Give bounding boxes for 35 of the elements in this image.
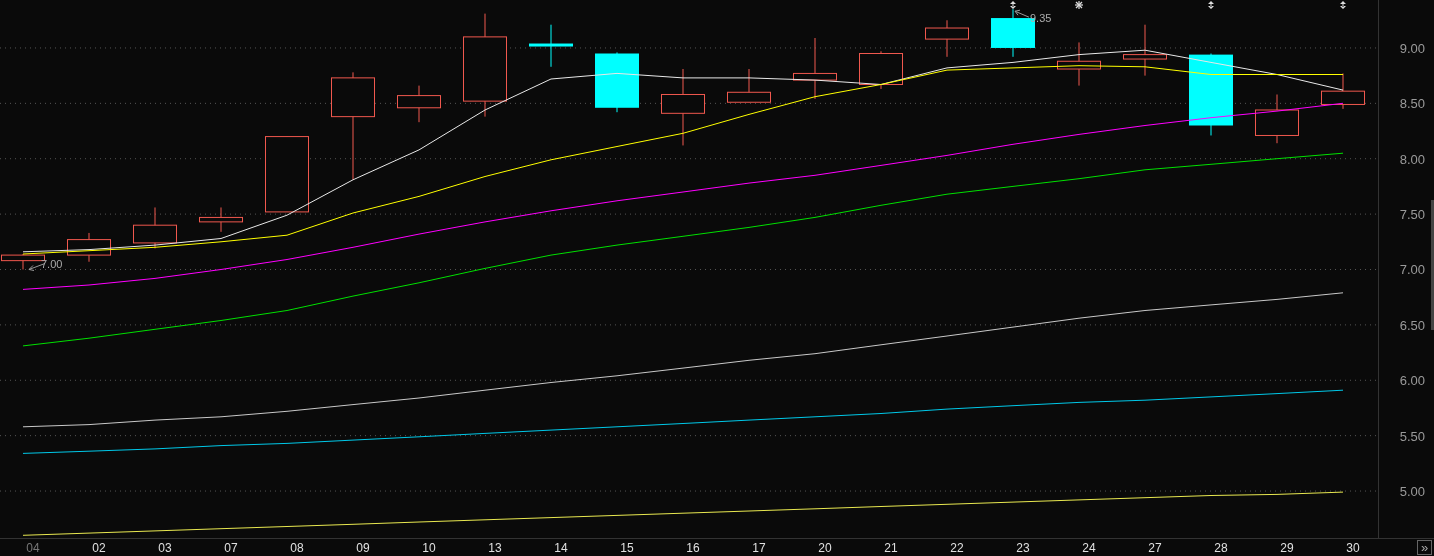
axis-tick-label: 15	[620, 541, 634, 555]
axis-tick-label: 8.00	[1399, 151, 1425, 167]
axis-tick-label: 9.00	[1399, 40, 1425, 56]
leader-line	[1014, 9, 1030, 18]
axis-tick-label: 7.00	[1399, 262, 1425, 278]
axis-tick-label: 23	[1016, 541, 1030, 555]
axis-tick-label: 10	[422, 541, 436, 555]
price-label: 9.35	[1030, 12, 1052, 25]
axis-tick-label: 17	[752, 541, 766, 555]
axis-tick-label: 13	[488, 541, 502, 555]
axis-tick-label: 27	[1148, 541, 1162, 555]
axis-tick-label: 22	[950, 541, 964, 555]
axis-tick-label: 20	[818, 541, 832, 555]
axis-tick-label: 09	[356, 541, 370, 555]
axis-tick-label: 8.50	[1399, 96, 1425, 112]
axis-tick-label: 02	[92, 541, 106, 555]
axis-tick-label: 16	[686, 541, 700, 555]
axis-tick-label: 5.00	[1399, 484, 1425, 500]
axis-tick-label: 04	[26, 541, 40, 555]
axis-tick-label: 21	[884, 541, 898, 555]
axis-tick-label: 30	[1346, 541, 1360, 555]
axis-tick-label: 6.00	[1399, 373, 1425, 389]
scroll-right-button[interactable]: »	[1417, 540, 1432, 555]
axis-tick-label: 6.50	[1399, 317, 1425, 333]
scrollbar[interactable]	[1431, 200, 1434, 330]
axis-tick-label: 29	[1280, 541, 1294, 555]
price-label: 7.00	[41, 258, 63, 271]
axis-tick-label: 03	[158, 541, 172, 555]
axis-tick-label: 5.50	[1399, 428, 1425, 444]
axis-tick-label: 07	[224, 541, 238, 555]
axis-tick-label: 24	[1082, 541, 1096, 555]
axis-tick-label: 28	[1214, 541, 1228, 555]
axis-tick-label: 7.50	[1399, 207, 1425, 223]
axis-tick-label: 08	[290, 541, 304, 555]
axis-tick-label: 14	[554, 541, 568, 555]
